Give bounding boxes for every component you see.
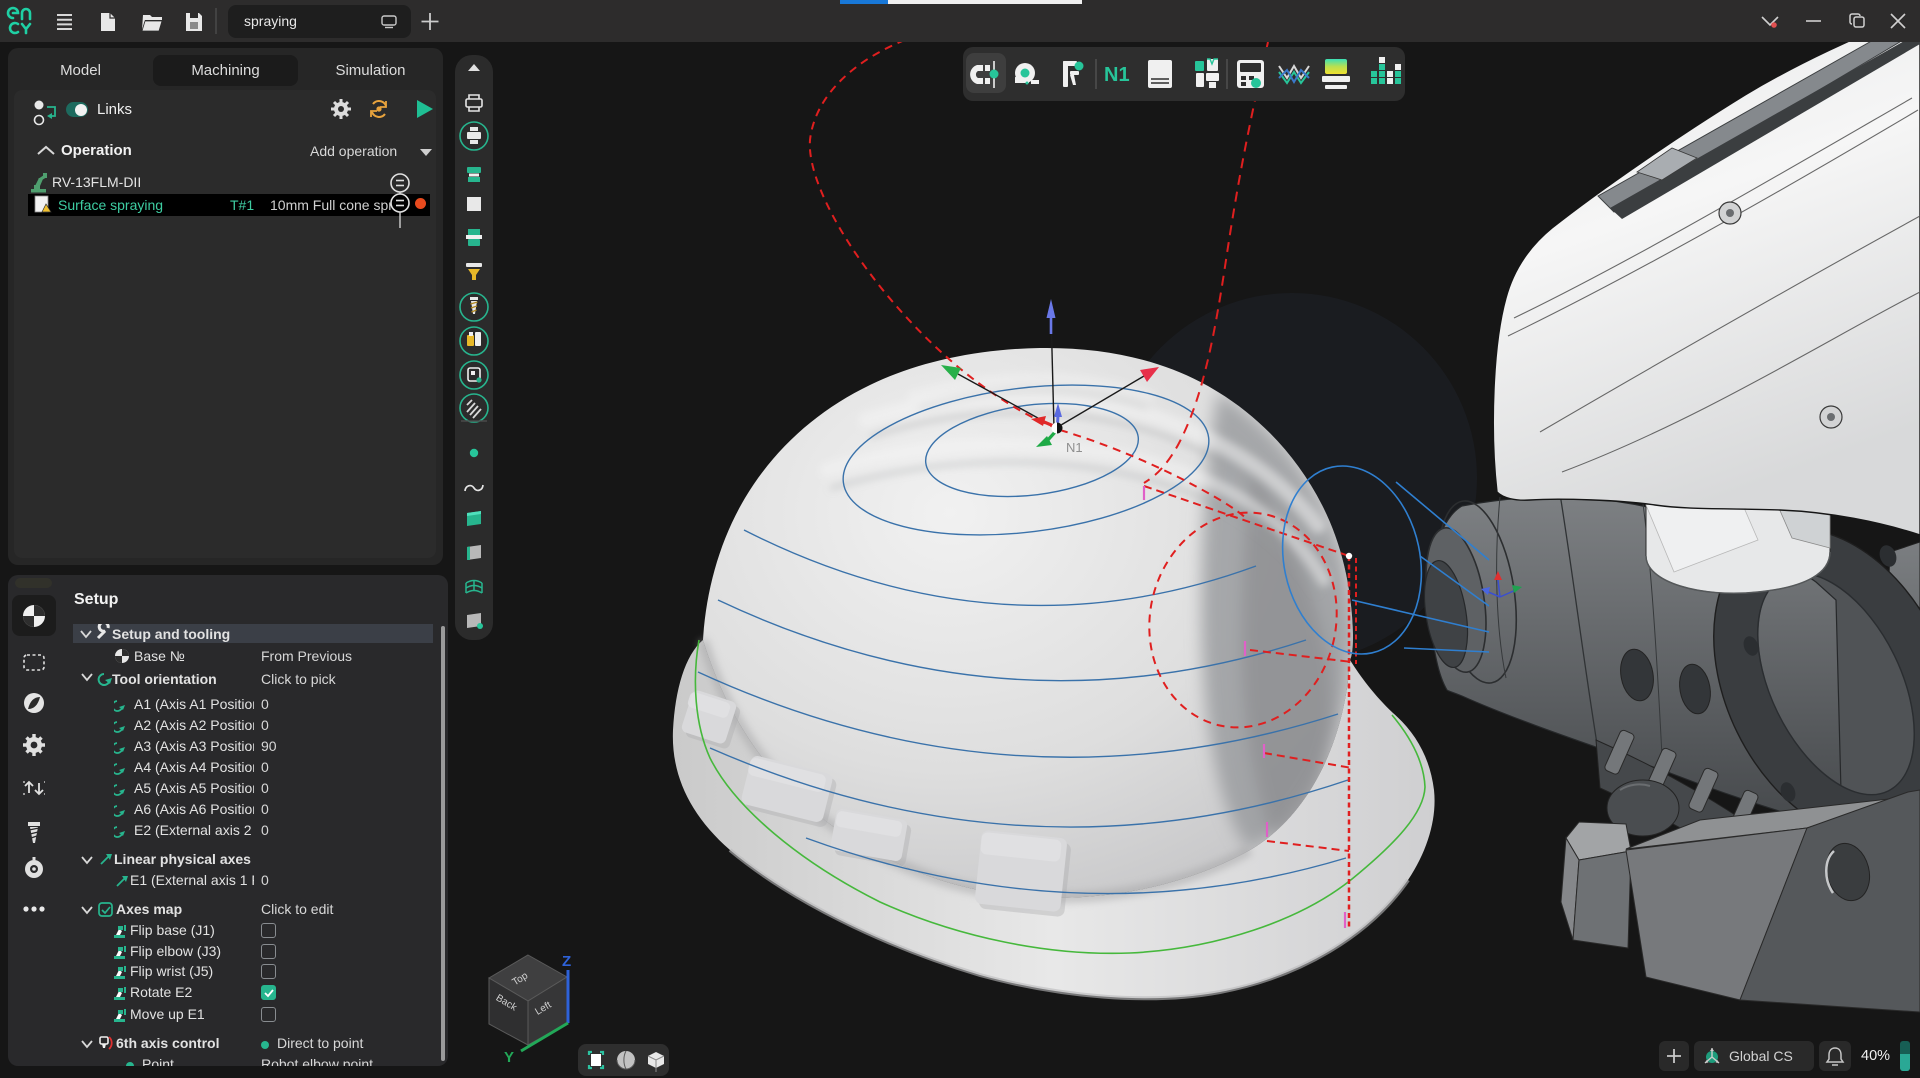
svg-text:Z: Z — [562, 953, 571, 970]
svg-text:Y: Y — [504, 1049, 514, 1066]
svg-text:N1: N1 — [1066, 440, 1083, 455]
svg-text:N1: N1 — [1104, 64, 1130, 86]
